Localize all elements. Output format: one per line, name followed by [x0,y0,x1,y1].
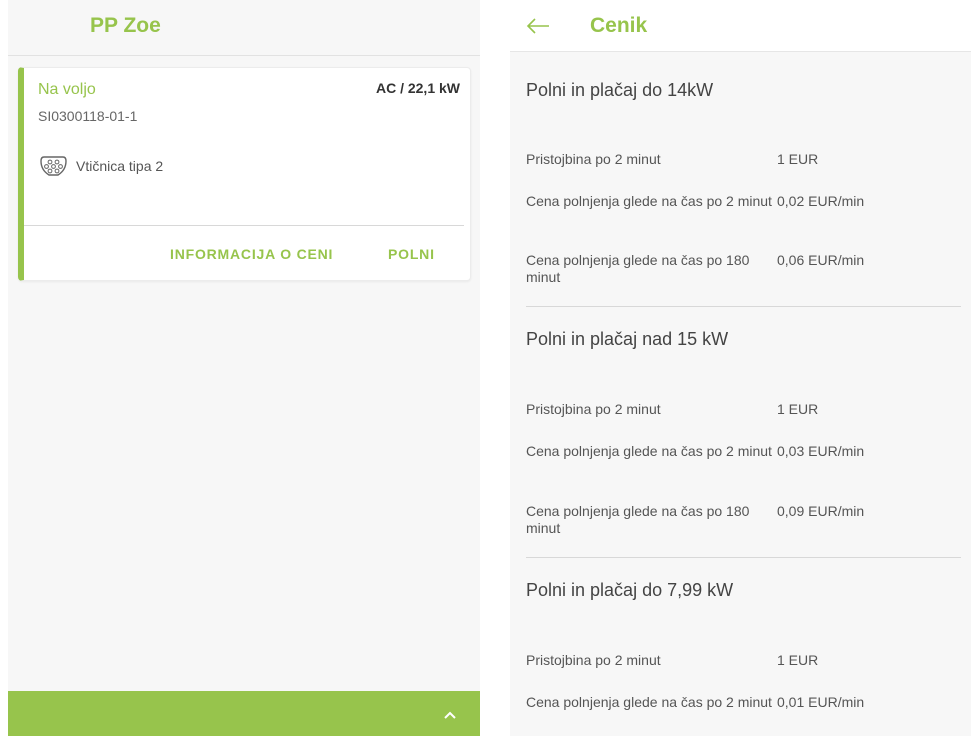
chevron-up-icon[interactable] [444,709,456,721]
connector-type-label: Vtičnica tipa 2 [76,158,164,174]
type2-connector-icon [40,156,67,176]
price-row-label: Pristojbina po 2 minut [526,401,661,417]
charge-button[interactable]: POLNI [388,246,435,262]
price-row-label: Pristojbina po 2 minut [526,652,661,668]
card-divider [24,225,464,226]
arrow-left-icon[interactable] [526,17,550,35]
price-row-value: 0,02 EUR/min [777,193,865,209]
price-row-label: Cena polnjenja glede na čas po 180 minut [526,503,750,536]
station-header: PP Zoe [8,0,480,56]
price-row-value: 1 EUR [777,401,819,417]
price-list-title: Cenik [590,14,648,37]
price-row-value: 0,06 EUR/min [777,252,865,268]
price-row-value: 0,01 EUR/min [777,694,865,710]
connector-card[interactable]: Na voljo AC / 22,1 kW SI0300118-01-1 Vti… [18,67,471,281]
station-panel: PP Zoe Na voljo AC / 22,1 kW SI0300118-0… [8,0,480,736]
section-title: Polni in plačaj do 14kW [526,80,714,100]
price-info-button[interactable]: INFORMACIJA O CENI [170,246,333,262]
bottom-sheet-bar[interactable] [8,691,480,736]
section-title: Polni in plačaj do 7,99 kW [526,580,734,600]
price-row-label: Pristojbina po 2 minut [526,151,661,167]
station-id: SI0300118-01-1 [38,108,138,124]
price-row-label: Cena polnjenja glede na čas po 180 minut [526,252,750,285]
price-row-label: Cena polnjenja glede na čas po 2 minut [526,193,772,209]
price-row-label: Cena polnjenja glede na čas po 2 minut [526,694,772,710]
price-row-label: Cena polnjenja glede na čas po 2 minut [526,443,772,459]
station-title: PP Zoe [90,14,161,37]
section-title: Polni in plačaj nad 15 kW [526,329,729,349]
price-list-header: Cenik [510,0,971,52]
price-row-value: 1 EUR [777,652,819,668]
status-label: Na voljo [38,81,96,98]
price-row-value: 1 EUR [777,151,819,167]
price-row-value: 0,09 EUR/min [777,503,865,519]
section-divider [526,557,961,558]
section-divider [526,306,961,307]
price-row-value: 0,03 EUR/min [777,443,865,459]
power-label: AC / 22,1 kW [375,80,460,96]
price-list-panel: Cenik Polni in plačaj do 14kW Pristojbin… [510,0,971,736]
